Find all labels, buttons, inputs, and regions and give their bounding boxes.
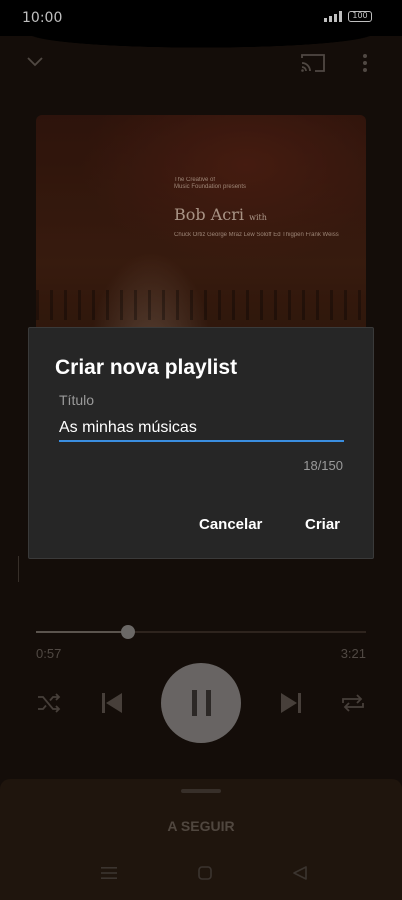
- create-button[interactable]: Criar: [305, 516, 340, 533]
- character-counter: 18/150: [303, 458, 343, 473]
- cancel-button[interactable]: Cancelar: [199, 516, 262, 533]
- create-playlist-dialog: Criar nova playlist Título 18/150 Cancel…: [28, 327, 374, 559]
- title-field-label: Título: [59, 392, 95, 408]
- dialog-title: Criar nova playlist: [55, 356, 238, 379]
- playlist-title-input[interactable]: [59, 416, 344, 442]
- player-screen: 10:00 100 The Creative of Music Foundati…: [0, 0, 402, 900]
